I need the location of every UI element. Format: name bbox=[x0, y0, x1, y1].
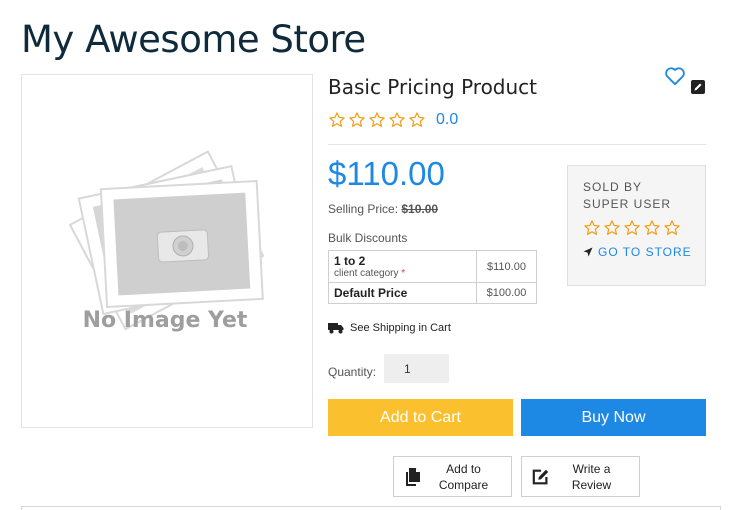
seller-name: SUPER USER bbox=[583, 197, 672, 211]
shipping-info: See Shipping in Cart bbox=[328, 322, 451, 334]
product-name: Basic Pricing Product bbox=[328, 75, 538, 99]
selling-price-value: $10.00 bbox=[401, 202, 439, 216]
bulk-discounts-table: 1 to 2 client category * $110.00 Default… bbox=[328, 250, 537, 304]
no-image-text: No Image Yet bbox=[83, 308, 248, 333]
divider bbox=[328, 144, 706, 145]
pencil-square-icon bbox=[532, 469, 549, 484]
bulk-price-cell: $110.00 bbox=[476, 250, 537, 283]
bulk-price-cell: $100.00 bbox=[476, 282, 537, 304]
client-category-text: client category bbox=[334, 268, 399, 279]
selling-price: Selling Price: $10.00 bbox=[328, 202, 438, 216]
quantity-label: Quantity: bbox=[328, 365, 377, 379]
write-review-button[interactable]: Write a Review bbox=[521, 456, 640, 497]
star-outline-icon bbox=[349, 112, 365, 127]
go-to-store-link[interactable]: GO TO STORE bbox=[583, 245, 705, 259]
copy-icon bbox=[406, 467, 420, 486]
seller-panel: SOLD BY SUPER USER GO TO STORE bbox=[567, 165, 706, 286]
product-rating[interactable]: 0.0 bbox=[328, 111, 458, 129]
tabs-panel-edge bbox=[21, 506, 721, 510]
bulk-qty-cell: 1 to 2 client category * bbox=[328, 250, 477, 283]
star-outline-icon bbox=[644, 220, 660, 235]
write-review-label: Write a Review bbox=[550, 461, 639, 493]
add-to-compare-label: Add to Compare bbox=[422, 461, 511, 493]
compare-line2: Compare bbox=[438, 477, 489, 492]
table-row: Default Price $100.00 bbox=[328, 282, 537, 304]
sold-by-label: SOLD BY bbox=[583, 180, 643, 194]
go-to-store-text: GO TO STORE bbox=[598, 245, 692, 259]
review-line1: Write a bbox=[572, 461, 611, 476]
star-outline-icon bbox=[664, 220, 680, 235]
store-title: My Awesome Store bbox=[21, 18, 366, 61]
edit-icon[interactable] bbox=[691, 80, 705, 94]
buy-now-button[interactable]: Buy Now bbox=[521, 399, 706, 436]
star-outline-icon bbox=[389, 112, 405, 127]
star-outline-icon bbox=[604, 220, 620, 235]
bulk-qty: 1 to 2 bbox=[334, 254, 366, 268]
star-outline-icon bbox=[624, 220, 640, 235]
star-outline-icon bbox=[584, 220, 600, 235]
quantity-input[interactable] bbox=[384, 354, 449, 383]
add-to-cart-button[interactable]: Add to Cart bbox=[328, 399, 513, 436]
heart-icon[interactable] bbox=[664, 66, 686, 86]
star-outline-icon bbox=[369, 112, 385, 127]
bulk-sub-label: client category * bbox=[334, 268, 471, 279]
compare-line1: Add to bbox=[446, 461, 481, 476]
product-image[interactable]: No Image Yet bbox=[21, 74, 313, 428]
star-outline-icon bbox=[329, 112, 345, 127]
product-price: $110.00 bbox=[328, 155, 445, 192]
rating-stars bbox=[328, 111, 426, 129]
star-outline-icon bbox=[409, 112, 425, 127]
add-to-compare-button[interactable]: Add to Compare bbox=[393, 456, 512, 497]
table-row: 1 to 2 client category * $110.00 bbox=[328, 250, 537, 283]
review-line2: Review bbox=[571, 477, 612, 492]
bulk-qty-cell: Default Price bbox=[328, 282, 477, 304]
rating-value[interactable]: 0.0 bbox=[436, 111, 458, 129]
truck-icon bbox=[328, 323, 344, 334]
bulk-discounts-label: Bulk Discounts bbox=[328, 231, 408, 245]
shipping-text: See Shipping in Cart bbox=[350, 322, 451, 334]
seller-rating-stars bbox=[583, 219, 705, 237]
required-marker: * bbox=[401, 268, 406, 279]
no-image-placeholder-icon: No Image Yet bbox=[68, 150, 265, 333]
location-arrow-icon bbox=[583, 247, 593, 257]
selling-price-label: Selling Price: bbox=[328, 202, 399, 216]
